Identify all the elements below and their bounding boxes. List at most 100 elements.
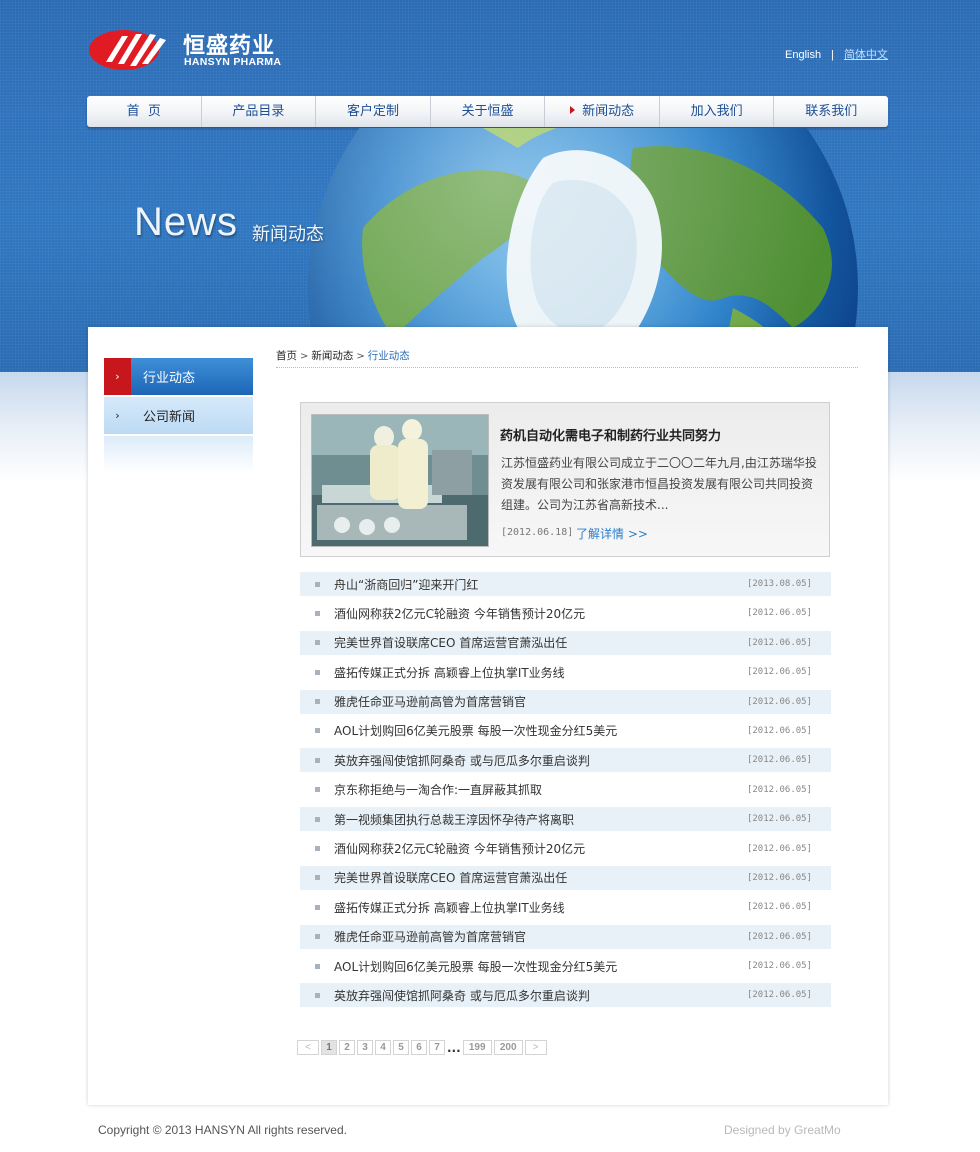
nav-item-join[interactable]: 加入我们: [660, 96, 775, 127]
bullet-icon: [315, 610, 320, 616]
nav-label: 客户定制: [346, 104, 399, 119]
pager-page-button[interactable]: 6: [411, 1040, 427, 1055]
bullet-icon: [315, 816, 320, 822]
featured-date: [2012.06.18]: [501, 527, 574, 538]
sidebar-fade: [104, 436, 253, 472]
news-date: [2012.06.05]: [746, 725, 812, 736]
bullet-icon: [315, 787, 320, 793]
list-item[interactable]: 雅虎任命亚马逊前高管为首席营销官 [2012.06.05]: [300, 924, 831, 949]
news-date: [2013.08.05]: [746, 579, 812, 589]
featured-title[interactable]: 药机自动化需电子和制药行业共同努力: [500, 425, 721, 444]
bullet-icon: [315, 875, 320, 881]
nav-item-home[interactable]: 首 页: [87, 96, 202, 127]
featured-more-link[interactable]: 了解详情 >>: [576, 525, 648, 542]
language-separator: |: [831, 49, 834, 61]
list-item[interactable]: 酒仙网称获2亿元C轮融资 今年销售预计20亿元 [2012.06.05]: [300, 837, 831, 861]
news-title[interactable]: 雅虎任命亚马逊前高管为首席营销官: [334, 928, 747, 945]
list-item[interactable]: 盛拓传媒正式分拆 高颖睿上位执掌IT业务线 [2012.06.05]: [300, 895, 831, 919]
nav-active-arrow-icon: [570, 106, 576, 114]
news-title[interactable]: 第一视频集团执行总裁王淳因怀孕待产将离职: [334, 811, 747, 828]
news-title[interactable]: 完美世界首设联席CEO 首席运营官萧泓出任: [334, 869, 747, 886]
featured-image[interactable]: [311, 414, 489, 547]
pager-next-button[interactable]: >: [524, 1040, 547, 1055]
sidebar-item-industry-news[interactable]: › 行业动态: [104, 358, 253, 395]
breadcrumb-news[interactable]: 新闻动态: [311, 350, 353, 362]
news-title[interactable]: 英放弃强闯使馆抓阿桑奇 或与厄瓜多尔重启谈判: [334, 752, 747, 769]
breadcrumb-separator-icon: >: [356, 351, 365, 362]
featured-summary: 江苏恒盛药业有限公司成立于二〇〇二年九月,由江苏瑞华投资发展有限公司和张家港市恒…: [501, 456, 817, 512]
list-item[interactable]: 英放弃强闯使馆抓阿桑奇 或与厄瓜多尔重启谈判 [2012.06.05]: [300, 983, 831, 1008]
footer-designer[interactable]: Designed by GreatMo: [724, 1123, 841, 1137]
pager-page-button[interactable]: 200: [493, 1040, 523, 1055]
breadcrumb-current: 行业动态: [367, 350, 410, 362]
list-item[interactable]: 第一视频集团执行总裁王淳因怀孕待产将离职 [2012.06.05]: [300, 807, 831, 832]
nav-label: 联系我们: [805, 104, 858, 119]
pager-ellipsis: ...: [447, 1040, 461, 1055]
news-title[interactable]: 盛拓传媒正式分拆 高颖睿上位执掌IT业务线: [334, 664, 747, 681]
breadcrumb-separator-icon: >: [300, 351, 309, 362]
news-title[interactable]: AOL计划购回6亿美元股票 每股一次性现金分红5美元: [334, 958, 747, 975]
sidebar-item-company-news[interactable]: › 公司新闻: [104, 397, 253, 434]
list-item[interactable]: 英放弃强闯使馆抓阿桑奇 或与厄瓜多尔重启谈判 [2012.06.05]: [300, 748, 831, 773]
pager-page-button[interactable]: 2: [339, 1040, 355, 1055]
news-title[interactable]: 雅虎任命亚马逊前高管为首席营销官: [334, 693, 747, 710]
news-title[interactable]: 京东称拒绝与一淘合作:一直屏蔽其抓取: [334, 781, 747, 798]
language-english-link[interactable]: English: [785, 49, 821, 61]
news-date: [2012.06.05]: [746, 931, 812, 942]
breadcrumb-home[interactable]: 首页: [276, 350, 297, 362]
news-date: [2012.06.05]: [746, 902, 812, 913]
news-date: [2012.06.05]: [746, 667, 812, 678]
bullet-icon: [315, 934, 320, 940]
list-item[interactable]: 完美世界首设联席CEO 首席运营官萧泓出任 [2012.06.05]: [300, 865, 831, 890]
brand-logo[interactable]: 恒盛药业 HANSYN PHARMA: [88, 28, 288, 72]
nav-label: 产品目录: [232, 104, 285, 119]
bullet-icon: [315, 581, 320, 587]
bullet-icon: [315, 699, 320, 705]
news-title[interactable]: 酒仙网称获2亿元C轮融资 今年销售预计20亿元: [334, 605, 747, 622]
list-item[interactable]: 完美世界首设联席CEO 首席运营官萧泓出任 [2012.06.05]: [300, 630, 831, 655]
pager-page-button[interactable]: 199: [462, 1040, 492, 1055]
list-item[interactable]: AOL计划购回6亿美元股票 每股一次性现金分红5美元 [2012.06.05]: [300, 954, 831, 978]
brand-name-en: HANSYN PHARMA: [184, 56, 282, 68]
logo-mark-icon: [89, 30, 166, 70]
news-title[interactable]: 盛拓传媒正式分拆 高颖睿上位执掌IT业务线: [334, 899, 747, 916]
nav-item-about[interactable]: 关于恒盛: [431, 96, 546, 127]
nav-item-news[interactable]: 新闻动态: [545, 96, 660, 127]
nav-item-custom[interactable]: 客户定制: [316, 96, 431, 127]
news-title[interactable]: 英放弃强闯使馆抓阿桑奇 或与厄瓜多尔重启谈判: [334, 987, 747, 1004]
pager-page-button[interactable]: 4: [375, 1040, 391, 1055]
pager-page-button[interactable]: 5: [393, 1040, 409, 1055]
list-item[interactable]: 雅虎任命亚马逊前高管为首席营销官 [2012.06.05]: [300, 689, 831, 714]
banner-title: News: [134, 200, 239, 244]
list-item[interactable]: 京东称拒绝与一淘合作:一直屏蔽其抓取 [2012.06.05]: [300, 778, 831, 802]
list-item[interactable]: 盛拓传媒正式分拆 高颖睿上位执掌IT业务线 [2012.06.05]: [300, 660, 831, 684]
nav-label: 新闻动态: [582, 104, 635, 119]
globe-illustration: [308, 128, 858, 327]
news-banner: News 新闻动态: [88, 128, 888, 327]
bullet-icon: [315, 904, 320, 910]
list-item[interactable]: 舟山“浙商回归”迎来开门红 [2013.08.05]: [300, 572, 831, 596]
pager-page-button[interactable]: 3: [357, 1040, 373, 1055]
news-date: [2012.06.05]: [746, 784, 812, 795]
news-date: [2012.06.05]: [746, 961, 812, 972]
language-switch: English | 简体中文: [785, 46, 888, 62]
language-chinese-link[interactable]: 简体中文: [844, 49, 888, 61]
news-title[interactable]: 舟山“浙商回归”迎来开门红: [334, 576, 747, 593]
pagination: < 1 2 3 4 5 6 7 ... 199 200 >: [297, 1040, 549, 1055]
news-title[interactable]: 完美世界首设联席CEO 首席运营官萧泓出任: [334, 634, 747, 651]
bullet-icon: [315, 963, 320, 969]
news-date: [2012.06.05]: [746, 637, 812, 648]
bullet-icon: [315, 757, 320, 763]
list-item[interactable]: 酒仙网称获2亿元C轮融资 今年销售预计20亿元 [2012.06.05]: [300, 601, 831, 625]
banner-subtitle: 新闻动态: [252, 224, 324, 245]
pager-prev-button[interactable]: <: [297, 1040, 319, 1055]
news-title[interactable]: AOL计划购回6亿美元股票 每股一次性现金分红5美元: [334, 722, 747, 739]
list-item[interactable]: AOL计划购回6亿美元股票 每股一次性现金分红5美元 [2012.06.05]: [300, 719, 831, 743]
pager-page-button[interactable]: 1: [321, 1040, 337, 1055]
news-date: [2012.06.05]: [746, 696, 812, 707]
news-list: 舟山“浙商回归”迎来开门红 [2013.08.05] 酒仙网称获2亿元C轮融资 今…: [300, 572, 831, 1013]
nav-item-contact[interactable]: 联系我们: [774, 96, 888, 127]
nav-item-products[interactable]: 产品目录: [202, 96, 317, 127]
pager-page-button[interactable]: 7: [429, 1040, 445, 1055]
news-title[interactable]: 酒仙网称获2亿元C轮融资 今年销售预计20亿元: [334, 840, 747, 857]
